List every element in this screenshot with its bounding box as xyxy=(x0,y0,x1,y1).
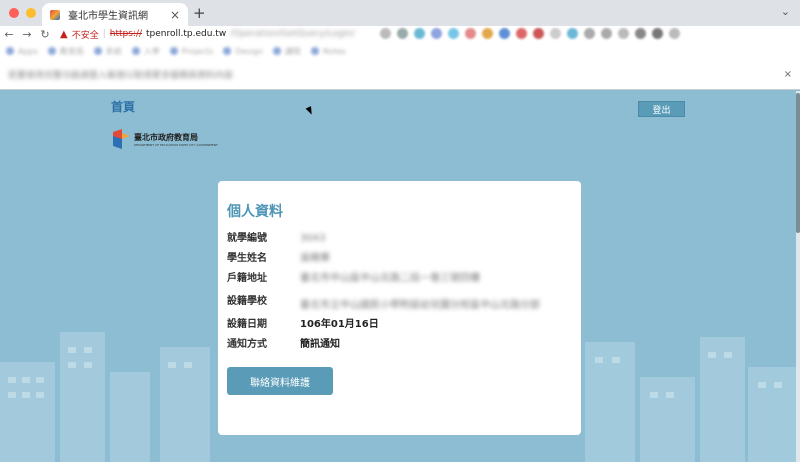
new-tab-button[interactable]: + xyxy=(193,4,206,22)
extension-icon[interactable] xyxy=(516,28,527,39)
row-value: 臺北市立中山國民小學附設幼兒園分校區中山北路分部 xyxy=(300,300,540,311)
extension-icon[interactable] xyxy=(601,28,612,39)
bookmarks-bar: Apps 教育局 系統 入學 Projects Design 課程 Notes xyxy=(0,42,800,60)
card-title: 個人資料 xyxy=(227,204,283,220)
bookmark-icon xyxy=(6,47,14,55)
extension-icons xyxy=(380,28,680,39)
personal-info-card: 個人資料 就學編號 3043 學生姓名 吳曉華 戶籍地址 臺北市中山區中山北路二… xyxy=(218,181,581,435)
tab-menu-chevron-icon[interactable]: ⌄ xyxy=(781,5,790,18)
extension-icon[interactable] xyxy=(652,28,663,39)
row-value: 3043 xyxy=(300,233,326,244)
row-value: 106年01月16日 xyxy=(300,319,379,330)
bookmark-item[interactable]: Design xyxy=(223,47,263,56)
bookmark-label: 系統 xyxy=(105,46,122,56)
logo-subtitle: DEPARTMENT OF EDUCATION TAIPEI CITY GOVE… xyxy=(134,142,218,147)
extension-icon[interactable] xyxy=(499,28,510,39)
bookmark-label: Apps xyxy=(18,46,38,56)
bookmark-icon xyxy=(47,47,56,55)
not-secure-label: 不安全 xyxy=(71,30,99,41)
bookmark-label: 教育局 xyxy=(59,46,84,56)
extension-icon[interactable] xyxy=(448,28,459,39)
extension-icon[interactable] xyxy=(533,28,544,39)
row-label: 通知方式 xyxy=(227,339,267,350)
tab-title: 臺北市學生資訊網 xyxy=(68,11,148,22)
row-label: 戶籍地址 xyxy=(227,273,267,284)
extension-icon[interactable] xyxy=(669,28,680,39)
extension-icon[interactable] xyxy=(482,28,493,39)
logout-button[interactable]: 登出 xyxy=(638,101,685,117)
warning-icon: ▲ xyxy=(60,28,68,40)
bookmark-item[interactable]: Notes xyxy=(310,46,347,56)
page-content: 首頁 登出 臺北市政府教育局 DEPARTMENT OF EDUCATION T… xyxy=(0,91,800,462)
bookmark-item[interactable]: 教育局 xyxy=(47,46,84,57)
extension-icon[interactable] xyxy=(414,28,425,39)
extension-icon[interactable] xyxy=(380,28,391,39)
bookmark-item[interactable]: Projects xyxy=(169,46,214,56)
url-input[interactable]: ▲ 不安全 | https://tpenroll.tp.edu.tw/Opera… xyxy=(60,27,355,41)
forward-icon[interactable]: → xyxy=(18,28,36,41)
logo-text: 臺北市政府教育局 DEPARTMENT OF EDUCATION TAIPEI … xyxy=(134,132,218,147)
extension-icon[interactable] xyxy=(465,28,476,39)
bookmark-label: Projects xyxy=(181,46,214,56)
bookmark-label: 入學 xyxy=(143,46,160,56)
extension-icon[interactable] xyxy=(397,28,408,39)
bookmark-item[interactable]: 入學 xyxy=(131,46,160,57)
close-window-button[interactable] xyxy=(9,8,19,18)
info-row-student-id: 就學編號 3043 xyxy=(227,229,572,249)
bookmark-label: Design xyxy=(235,46,263,56)
contact-info-maintenance-button[interactable]: 聯絡資料維護 xyxy=(227,367,333,395)
logo-mark-icon xyxy=(113,129,130,149)
extension-icon[interactable] xyxy=(618,28,629,39)
reload-icon[interactable]: ↻ xyxy=(36,28,54,41)
extension-icon[interactable] xyxy=(550,28,561,39)
bookmark-icon xyxy=(272,47,281,55)
bookmark-label: 課程 xyxy=(284,46,301,56)
bookmark-icon xyxy=(310,47,319,55)
url-scheme: https:// xyxy=(109,29,143,39)
site-favicon-icon xyxy=(50,9,60,20)
extension-icon[interactable] xyxy=(635,28,646,39)
info-row-notification: 通知方式 簡訊通知 xyxy=(227,335,572,355)
bookmark-icon xyxy=(131,47,140,55)
info-row-student-name: 學生姓名 吳曉華 xyxy=(227,249,572,269)
back-icon[interactable]: ← xyxy=(0,28,18,41)
row-label: 學生姓名 xyxy=(227,253,267,264)
info-row-address: 戶籍地址 臺北市中山區中山北路二段一巷三號四樓 xyxy=(227,269,572,289)
bookmark-label: Notes xyxy=(322,46,347,56)
browser-tab[interactable]: 臺北市學生資訊網 × xyxy=(42,3,188,26)
tab-close-icon[interactable]: × xyxy=(170,8,180,22)
info-bar: 若要使用完整功能請登入帳號以取得更多服務與資料內容 × xyxy=(0,60,800,90)
department-logo: 臺北市政府教育局 DEPARTMENT OF EDUCATION TAIPEI … xyxy=(113,129,218,149)
logo-name: 臺北市政府教育局 xyxy=(134,132,198,142)
scrollbar-thumb[interactable] xyxy=(796,93,800,233)
info-bar-close-icon[interactable]: × xyxy=(784,69,792,80)
row-label: 設籍日期 xyxy=(227,319,267,330)
extension-icon[interactable] xyxy=(431,28,442,39)
browser-tabbar: 臺北市學生資訊網 × + ⌄ xyxy=(0,0,800,26)
bookmark-icon xyxy=(223,47,232,55)
info-row-registration-date: 設籍日期 106年01月16日 xyxy=(227,315,572,335)
bookmark-icon xyxy=(93,47,102,55)
row-value: 臺北市中山區中山北路二段一巷三號四樓 xyxy=(300,273,480,284)
extension-icon[interactable] xyxy=(567,28,578,39)
row-value: 簡訊通知 xyxy=(300,339,340,350)
minimize-window-button[interactable] xyxy=(26,8,36,18)
omnibox-divider: | xyxy=(102,29,106,39)
bookmark-item[interactable]: 課程 xyxy=(272,46,301,57)
row-value: 吳曉華 xyxy=(300,253,330,264)
home-link[interactable]: 首頁 xyxy=(111,98,135,115)
bookmark-item[interactable]: 系統 xyxy=(93,46,122,57)
url-path: /Operation/GetQuery/Login/ xyxy=(230,29,355,39)
info-row-school: 設籍學校 臺北市立中山國民小學附設幼兒園分校區中山北路分部 xyxy=(227,289,572,315)
row-label: 設籍學校 xyxy=(227,296,267,307)
bookmark-item[interactable]: Apps xyxy=(6,47,38,56)
extension-icon[interactable] xyxy=(584,28,595,39)
bookmark-icon xyxy=(169,47,178,55)
info-bar-text: 若要使用完整功能請登入帳號以取得更多服務與資料內容 xyxy=(8,71,234,81)
row-label: 就學編號 xyxy=(227,233,267,244)
url-host: tpenroll.tp.edu.tw xyxy=(146,29,227,39)
